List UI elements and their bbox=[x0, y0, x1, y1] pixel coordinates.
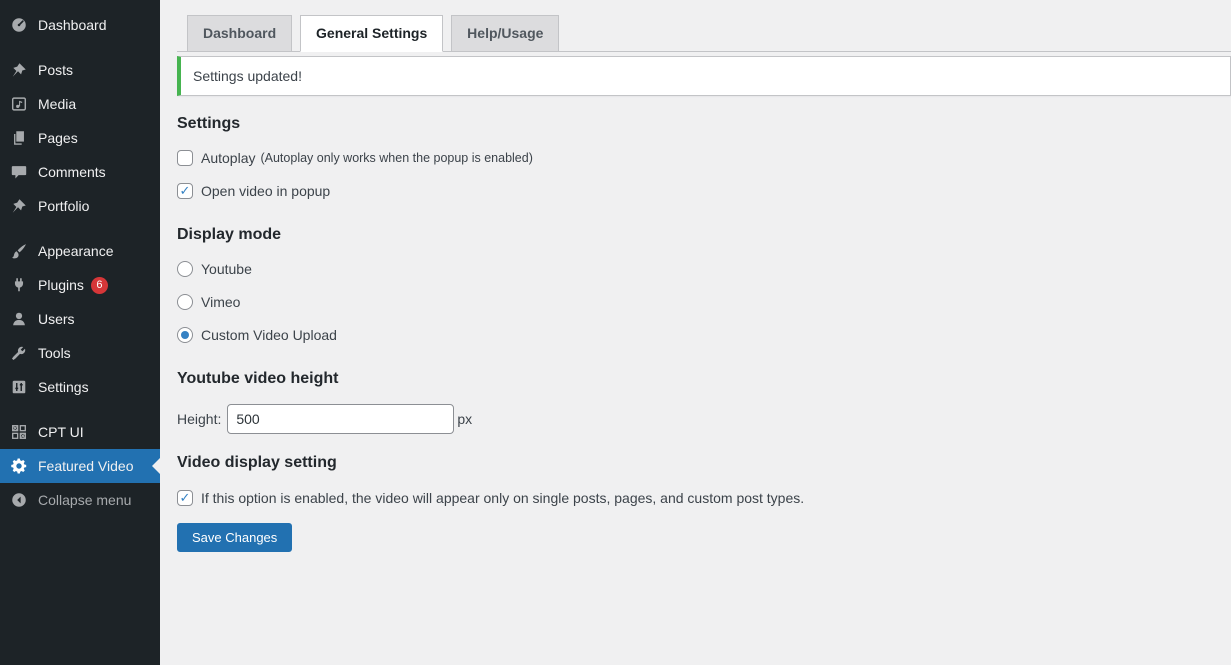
sidebar-item-label: Settings bbox=[38, 380, 89, 394]
display-mode-section-title: Display mode bbox=[177, 225, 1231, 244]
sidebar-item-label: Users bbox=[38, 312, 75, 326]
sidebar-item-label: Comments bbox=[38, 165, 106, 179]
sidebar-item-label: Dashboard bbox=[38, 18, 107, 32]
sidebar-item-label: Posts bbox=[38, 63, 73, 77]
sidebar-item-label: Appearance bbox=[38, 244, 114, 258]
sidebar-item-settings[interactable]: Settings bbox=[0, 370, 160, 404]
autoplay-checkbox[interactable] bbox=[177, 150, 193, 166]
plugins-update-badge: 6 bbox=[91, 277, 108, 294]
plug-icon bbox=[9, 275, 29, 295]
dashboard-icon bbox=[9, 15, 29, 35]
height-unit-label: px bbox=[457, 411, 472, 427]
wrench-icon bbox=[9, 343, 29, 363]
gear-icon bbox=[9, 456, 29, 476]
sidebar-item-appearance[interactable]: Appearance bbox=[0, 234, 160, 268]
comment-icon bbox=[9, 162, 29, 182]
main-content: Dashboard General Settings Help/Usage Se… bbox=[160, 0, 1231, 665]
open-popup-label: Open video in popup bbox=[201, 183, 330, 199]
open-popup-row[interactable]: Open video in popup bbox=[177, 183, 1231, 199]
display-mode-vimeo-row[interactable]: Vimeo bbox=[177, 294, 1231, 310]
sidebar-item-dashboard[interactable]: Dashboard bbox=[0, 8, 160, 42]
menu-separator bbox=[0, 404, 160, 415]
menu-separator bbox=[0, 223, 160, 234]
sidebar-item-tools[interactable]: Tools bbox=[0, 336, 160, 370]
user-icon bbox=[9, 309, 29, 329]
vimeo-radio-label: Vimeo bbox=[201, 294, 240, 310]
display-mode-custom-row[interactable]: Custom Video Upload bbox=[177, 327, 1231, 343]
vimeo-radio[interactable] bbox=[177, 294, 193, 310]
success-notice: Settings updated! bbox=[177, 56, 1231, 96]
custom-video-upload-radio[interactable] bbox=[177, 327, 193, 343]
height-field-row: Height: px bbox=[177, 404, 1231, 434]
sidebar-item-label: Portfolio bbox=[38, 199, 89, 213]
sidebar-item-label: Collapse menu bbox=[38, 493, 131, 507]
video-display-checkbox[interactable] bbox=[177, 490, 193, 506]
youtube-radio[interactable] bbox=[177, 261, 193, 277]
wordpress-admin: Dashboard Posts Media Pages Commen bbox=[0, 0, 1231, 665]
admin-sidebar: Dashboard Posts Media Pages Commen bbox=[0, 0, 160, 665]
sidebar-item-label: Tools bbox=[38, 346, 71, 360]
pushpin-icon bbox=[9, 196, 29, 216]
save-changes-button[interactable]: Save Changes bbox=[177, 523, 292, 552]
sliders-icon bbox=[9, 377, 29, 397]
tab-bar: Dashboard General Settings Help/Usage bbox=[177, 15, 1231, 52]
sidebar-item-portfolio[interactable]: Portfolio bbox=[0, 189, 160, 223]
sidebar-item-label: Pages bbox=[38, 131, 78, 145]
video-display-section-title: Video display setting bbox=[177, 453, 1231, 472]
youtube-radio-label: Youtube bbox=[201, 261, 252, 277]
media-icon bbox=[9, 94, 29, 114]
pages-icon bbox=[9, 128, 29, 148]
video-display-row[interactable]: If this option is enabled, the video wil… bbox=[177, 490, 1231, 506]
sidebar-item-comments[interactable]: Comments bbox=[0, 155, 160, 189]
custom-video-upload-radio-label: Custom Video Upload bbox=[201, 327, 337, 343]
sidebar-item-featured-video[interactable]: Featured Video bbox=[0, 449, 160, 483]
brush-icon bbox=[9, 241, 29, 261]
autoplay-label: Autoplay bbox=[201, 150, 255, 166]
sidebar-item-posts[interactable]: Posts bbox=[0, 53, 160, 87]
sidebar-item-label: Plugins bbox=[38, 278, 84, 292]
height-input[interactable] bbox=[227, 404, 454, 434]
height-field-label: Height: bbox=[177, 411, 221, 427]
sidebar-item-label: Featured Video bbox=[38, 459, 133, 473]
youtube-height-section-title: Youtube video height bbox=[177, 369, 1231, 388]
settings-section-title: Settings bbox=[177, 114, 1231, 133]
autoplay-row[interactable]: Autoplay (Autoplay only works when the p… bbox=[177, 150, 1231, 166]
sidebar-item-cpt-ui[interactable]: CPT UI bbox=[0, 415, 160, 449]
open-popup-checkbox[interactable] bbox=[177, 183, 193, 199]
sidebar-item-pages[interactable]: Pages bbox=[0, 121, 160, 155]
tab-general-settings[interactable]: General Settings bbox=[300, 15, 443, 52]
autoplay-note: (Autoplay only works when the popup is e… bbox=[260, 151, 532, 165]
sidebar-item-label: CPT UI bbox=[38, 425, 84, 439]
collapse-arrow-icon bbox=[9, 490, 29, 510]
tab-help-usage[interactable]: Help/Usage bbox=[451, 15, 559, 52]
sidebar-item-users[interactable]: Users bbox=[0, 302, 160, 336]
pushpin-icon bbox=[9, 60, 29, 80]
sidebar-item-collapse-menu[interactable]: Collapse menu bbox=[0, 483, 160, 517]
sidebar-item-label: Media bbox=[38, 97, 76, 111]
sidebar-item-plugins[interactable]: Plugins 6 bbox=[0, 268, 160, 302]
display-mode-youtube-row[interactable]: Youtube bbox=[177, 261, 1231, 277]
notice-message: Settings updated! bbox=[193, 68, 302, 84]
sidebar-item-media[interactable]: Media bbox=[0, 87, 160, 121]
tab-dashboard[interactable]: Dashboard bbox=[187, 15, 292, 52]
menu-separator bbox=[0, 42, 160, 53]
grid-icon bbox=[9, 422, 29, 442]
video-display-checkbox-label: If this option is enabled, the video wil… bbox=[201, 490, 804, 506]
